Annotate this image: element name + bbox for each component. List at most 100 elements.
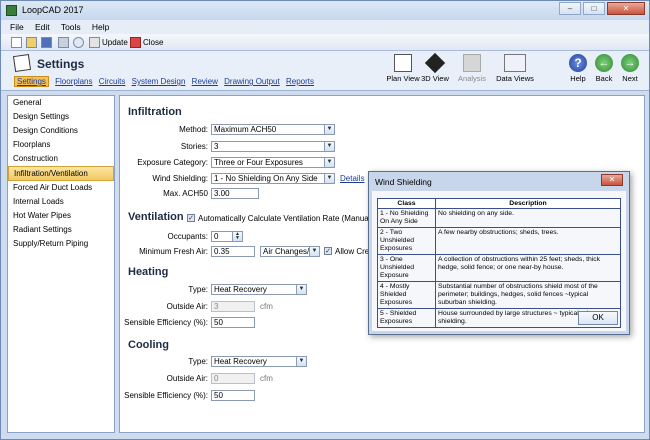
sidebar-item-floorplans[interactable]: Floorplans <box>8 138 114 152</box>
chevron-down-icon: ▼ <box>296 357 306 366</box>
nav-settings[interactable]: Settings <box>14 76 49 87</box>
sidebar-item-radiant-settings[interactable]: Radiant Settings <box>8 223 114 237</box>
nav-review[interactable]: Review <box>192 77 218 86</box>
menu-tools[interactable]: Tools <box>61 20 81 34</box>
nav-drawing-output[interactable]: Drawing Output <box>224 77 280 86</box>
nav-circuits[interactable]: Circuits <box>99 77 126 86</box>
sidebar-item-construction[interactable]: Construction <box>8 152 114 166</box>
ribbon: Settings Settings Floorplans Circuits Sy… <box>1 51 649 91</box>
ventilation-heading: Ventilation <box>128 211 184 223</box>
dialog-title: Wind Shielding <box>375 177 432 187</box>
minimize-button[interactable]: – <box>559 2 581 15</box>
update-icon[interactable] <box>89 37 100 48</box>
help-icon: ? <box>569 54 587 72</box>
heating-outside-air-unit: cfm <box>260 302 273 311</box>
heating-efficiency-input[interactable]: 50 <box>211 317 255 328</box>
section-nav: Settings Floorplans Circuits System Desi… <box>14 76 318 87</box>
heating-outside-air-input[interactable]: 3 <box>211 301 255 312</box>
column-header-description: Description <box>435 198 621 209</box>
plan-view-button[interactable]: Plan View <box>385 54 421 83</box>
window-title: LoopCAD 2017 <box>22 5 84 15</box>
stepper-arrows-icon: ▲ ▼ <box>232 232 242 241</box>
infiltration-heading: Infiltration <box>128 106 182 118</box>
table-row: 2 - Two Unshielded Exposures A few nearb… <box>377 227 621 255</box>
wind-shielding-select[interactable]: 1 - No Shielding On Any Side ▼ <box>211 173 335 184</box>
save-icon[interactable] <box>41 37 52 48</box>
max-ach50-input[interactable]: 3.00 <box>211 188 259 199</box>
description-cell: A few nearby obstructions; sheds, trees. <box>435 227 621 255</box>
stories-select[interactable]: 3 ▼ <box>211 141 335 152</box>
sidebar-item-forced-air-duct-loads[interactable]: Forced Air Duct Loads <box>8 181 114 195</box>
wind-shielding-dialog: Wind Shielding ✕ Class Description 1 - N… <box>368 171 630 335</box>
wind-shielding-table: Class Description 1 - No Shielding On An… <box>377 198 621 328</box>
table-row: 3 - One Unshielded Exposure A collection… <box>377 254 621 282</box>
data-views-button[interactable]: Data Views <box>496 54 534 83</box>
heating-type-select[interactable]: Heat Recovery ▼ <box>211 284 307 295</box>
close-button[interactable]: Close <box>143 38 163 47</box>
chevron-down-icon: ▼ <box>296 285 306 294</box>
app-logo-icon <box>6 5 17 16</box>
menu-bar: File Edit Tools Help <box>1 20 649 34</box>
open-folder-icon[interactable] <box>26 37 37 48</box>
wind-shielding-label: Wind Shielding: <box>152 174 208 183</box>
cooling-efficiency-label: Sensible Efficiency (%): <box>124 391 208 400</box>
sidebar-item-internal-loads[interactable]: Internal Loads <box>8 195 114 209</box>
analysis-button[interactable]: Analysis <box>455 54 489 83</box>
min-fresh-air-input[interactable]: 0.35 <box>211 246 255 257</box>
dialog-body: Class Description 1 - No Shielding On An… <box>372 191 626 331</box>
fresh-air-unit-select[interactable]: Air Changes/Hr ▼ <box>260 246 320 257</box>
nav-reports[interactable]: Reports <box>286 77 314 86</box>
sidebar-item-hot-water-pipes[interactable]: Hot Water Pipes <box>8 209 114 223</box>
back-arrow-icon: ← <box>595 54 613 72</box>
settings-page-icon <box>12 53 32 73</box>
auto-ventilation-checkbox[interactable]: ✓ <box>187 214 195 222</box>
toolbar: Update Close <box>1 34 649 51</box>
cooling-efficiency-input[interactable]: 50 <box>211 390 255 401</box>
cooling-heading: Cooling <box>128 339 169 351</box>
description-cell: Substantial number of obstructions shiel… <box>435 281 621 309</box>
description-cell: A collection of obstructions within 25 f… <box>435 254 621 282</box>
close-icon[interactable] <box>130 37 141 48</box>
dialog-close-button[interactable]: ✕ <box>601 174 623 186</box>
sidebar-item-infiltration-ventilation[interactable]: Infiltration/Ventilation <box>8 166 114 181</box>
undo-icon[interactable] <box>73 37 84 48</box>
sidebar-item-design-settings[interactable]: Design Settings <box>8 110 114 124</box>
new-file-icon[interactable] <box>11 37 22 48</box>
occupants-stepper[interactable]: 0 ▲ ▼ <box>211 231 243 242</box>
data-views-icon <box>504 54 526 72</box>
sidebar-item-design-conditions[interactable]: Design Conditions <box>8 124 114 138</box>
class-cell: 5 - Shielded Exposures <box>377 308 436 328</box>
3d-view-icon <box>424 52 446 74</box>
nav-system-design[interactable]: System Design <box>132 77 186 86</box>
chevron-down-icon: ▼ <box>324 142 334 151</box>
3d-view-button[interactable]: 3D View <box>420 52 450 83</box>
update-button[interactable]: Update <box>102 38 128 47</box>
next-arrow-icon: → <box>621 54 639 72</box>
back-button[interactable]: ← Back <box>593 54 615 83</box>
cooling-outside-air-input[interactable]: 0 <box>211 373 255 384</box>
method-select[interactable]: Maximum ACH50 ▼ <box>211 124 335 135</box>
cooling-outside-air-label: Outside Air: <box>166 374 208 383</box>
print-icon[interactable] <box>58 37 69 48</box>
nav-floorplans[interactable]: Floorplans <box>55 77 92 86</box>
sidebar-item-supply-return-piping[interactable]: Supply/Return Piping <box>8 237 114 251</box>
menu-help[interactable]: Help <box>92 20 109 34</box>
details-link[interactable]: Details <box>340 174 364 183</box>
allow-credit-checkbox[interactable]: ✓ <box>324 247 332 255</box>
sidebar-item-general[interactable]: General <box>8 96 114 110</box>
close-window-button[interactable]: ✕ <box>607 2 645 15</box>
cooling-type-select[interactable]: Heat Recovery ▼ <box>211 356 307 367</box>
cooling-outside-air-unit: cfm <box>260 374 273 383</box>
menu-file[interactable]: File <box>10 20 24 34</box>
help-button[interactable]: ? Help <box>567 54 589 83</box>
plan-view-icon <box>394 54 412 72</box>
maximize-button[interactable]: □ <box>583 2 605 15</box>
chevron-down-icon: ▼ <box>324 125 334 134</box>
table-row: 1 - No Shielding On Any Side No shieldin… <box>377 208 621 228</box>
ok-button[interactable]: OK <box>578 311 618 325</box>
next-button[interactable]: → Next <box>619 54 641 83</box>
menu-edit[interactable]: Edit <box>35 20 50 34</box>
title-bar: LoopCAD 2017 – □ ✕ <box>1 1 649 20</box>
occupants-label: Occupants: <box>167 232 208 241</box>
exposure-select[interactable]: Three or Four Exposures ▼ <box>211 157 335 168</box>
